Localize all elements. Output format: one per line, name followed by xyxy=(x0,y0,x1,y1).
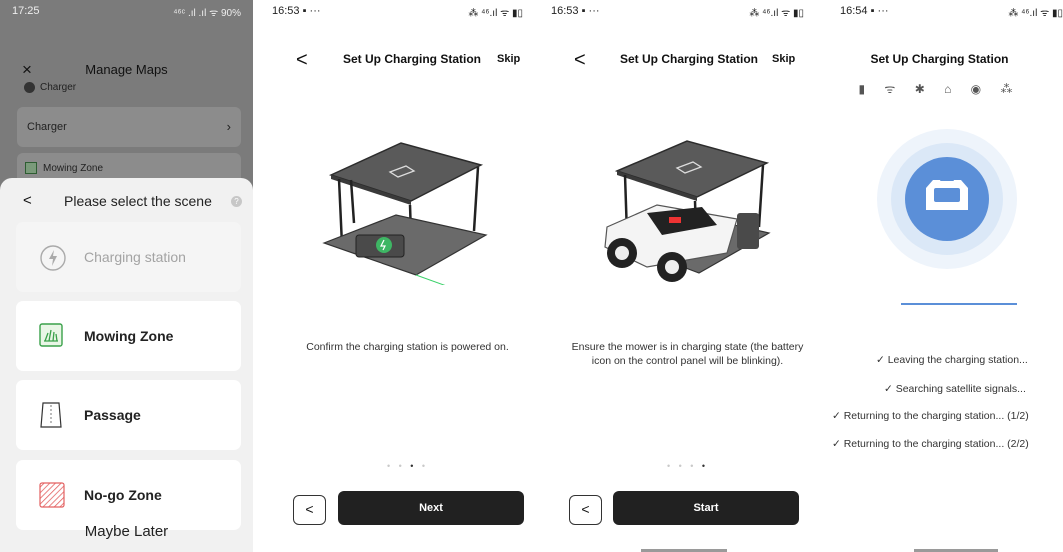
checklist-item: ✓ Returning to the charging station... (… xyxy=(832,410,1029,422)
skip-button[interactable]: Skip xyxy=(497,53,520,65)
charger-row[interactable]: Charger › xyxy=(17,107,241,147)
grass-icon xyxy=(39,323,63,347)
charging-station-illustration xyxy=(322,142,488,285)
charging-station-progress-icon xyxy=(877,129,1017,269)
setup-step-charging-state-screen: 16:53 ▪ ··· ⁂ ⁴⁶.ıl ᯤ ▮▯ < Set Up Chargi… xyxy=(547,0,828,552)
charger-row-label: Charger xyxy=(27,121,67,133)
page-indicator: • • • • xyxy=(386,461,429,471)
status-bar: 17:25 ⁴⁶ᶜ .ıl .ıl ᯤ 90% xyxy=(0,0,253,22)
help-icon[interactable]: ? xyxy=(231,196,242,207)
page-title: Set Up Charging Station xyxy=(870,52,1009,66)
setup-progress-screen: 16:54 ▪ ··· ⁂ ⁴⁶.ıl ᯤ ▮▯ Set Up Charging… xyxy=(828,0,1063,552)
charger-section-text: Charger xyxy=(40,82,77,93)
status-time: 16:54 ▪ ··· xyxy=(840,5,889,17)
start-button[interactable]: Start xyxy=(613,491,799,525)
status-bar: 16:53 ▪ ··· ⁂ ⁴⁶.ıl ᯤ ▮▯ xyxy=(268,0,547,22)
scene-option-label: Charging station xyxy=(84,249,186,265)
setup-step-power-screen: 16:53 ▪ ··· ⁂ ⁴⁶.ıl ᯤ ▮▯ < Set Up Chargi… xyxy=(268,0,547,552)
scene-option-passage[interactable]: Passage xyxy=(16,380,241,450)
scene-select-sheet: < Please select the scene ? Charging sta… xyxy=(0,178,253,552)
sheet-title: Please select the scene xyxy=(64,193,212,209)
back-icon[interactable]: < xyxy=(23,192,32,209)
passage-icon xyxy=(40,402,62,428)
status-time: 17:25 xyxy=(12,5,40,17)
maybe-later-button[interactable]: Maybe Later xyxy=(0,523,253,540)
checklist-item: ✓ Searching satellite signals... xyxy=(884,383,1026,395)
charger-section-label: Charger xyxy=(24,82,76,93)
previous-button[interactable]: < xyxy=(293,495,326,525)
page-title: Manage Maps xyxy=(85,62,168,77)
checklist-item: ✓ Leaving the charging station... xyxy=(876,354,1028,366)
previous-button[interactable]: < xyxy=(569,495,602,525)
page-title: Set Up Charging Station xyxy=(620,52,758,66)
scene-option-charging-station[interactable]: Charging station xyxy=(16,222,241,292)
skip-button[interactable]: Skip xyxy=(772,53,795,65)
status-bar: 16:53 ▪ ··· ⁂ ⁴⁶.ıl ᯤ ▮▯ xyxy=(547,0,828,22)
mowing-zone-section-label: Mowing Zone xyxy=(43,162,104,174)
back-icon[interactable]: < xyxy=(574,49,586,72)
progress-bar xyxy=(901,303,1017,305)
step-caption: Ensure the mower is in charging state (t… xyxy=(571,341,804,367)
device-status-icons: ▮ ᯤ ✱ ⌂ ◉ ⁂ xyxy=(858,82,1021,96)
next-button[interactable]: Next xyxy=(338,491,524,525)
scene-option-label: Mowing Zone xyxy=(84,328,174,344)
status-indicators: ⁂ ⁴⁶.ıl ᯤ ▮▯ xyxy=(749,8,804,19)
status-time: 16:53 ▪ ··· xyxy=(272,5,321,17)
scene-option-no-go-zone[interactable]: No-go Zone xyxy=(16,460,241,530)
checklist-item: ✓ Returning to the charging station... (… xyxy=(832,438,1029,450)
scene-option-label: Passage xyxy=(84,407,141,423)
scene-option-label: No-go Zone xyxy=(84,487,162,503)
status-time: 16:53 ▪ ··· xyxy=(551,5,600,17)
mower-in-station-illustration xyxy=(604,140,771,282)
status-indicators: ⁂ ⁴⁶.ıl ᯤ ▮▯ xyxy=(468,8,523,19)
step-caption: Confirm the charging station is powered … xyxy=(306,341,509,353)
back-icon[interactable]: < xyxy=(296,49,308,72)
status-bar: 16:54 ▪ ··· ⁂ ⁴⁶.ıl ᯤ ▮▯ xyxy=(828,0,1063,22)
status-indicators: ⁴⁶ᶜ .ıl .ıl ᯤ 90% xyxy=(173,8,241,19)
manage-maps-screen: 17:25 ⁴⁶ᶜ .ıl .ıl ᯤ 90% × Manage Maps Ch… xyxy=(0,0,253,552)
page-title: Set Up Charging Station xyxy=(343,52,481,66)
grass-icon xyxy=(25,162,37,174)
page-indicator: • • • • xyxy=(666,461,709,471)
chevron-right-icon: › xyxy=(226,119,231,134)
scene-option-mowing-zone[interactable]: Mowing Zone xyxy=(16,301,241,371)
hatched-zone-icon xyxy=(39,482,65,508)
lightning-circle-icon xyxy=(40,245,66,271)
manage-maps-header: × Manage Maps xyxy=(0,58,253,82)
charger-icon xyxy=(24,82,35,93)
status-indicators: ⁂ ⁴⁶.ıl ᯤ ▮▯ xyxy=(1008,8,1063,19)
